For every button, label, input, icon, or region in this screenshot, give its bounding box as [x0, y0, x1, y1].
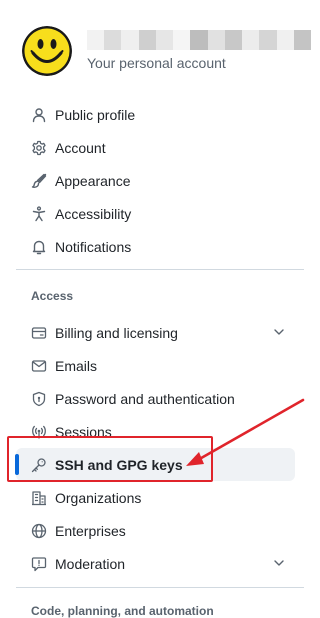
nav-item-label: Appearance: [55, 172, 131, 189]
mail-icon: [31, 358, 47, 374]
redacted-block: [155, 30, 174, 50]
nav-item-label: Enterprises: [55, 522, 126, 539]
report-icon: [31, 556, 47, 572]
nav-item-emails[interactable]: Emails: [16, 349, 304, 382]
account-subtitle: Your personal account: [87, 55, 226, 71]
nav-item-moderation[interactable]: Moderation: [16, 547, 304, 580]
gear-icon: [31, 140, 47, 156]
nav-item-label: Billing and licensing: [55, 324, 178, 341]
settings-sidebar: Your personal account Public profile Acc…: [0, 0, 319, 618]
nav-item-accessibility[interactable]: Accessibility: [16, 197, 304, 230]
nav-item-label: Notifications: [55, 238, 132, 255]
person-icon: [31, 107, 47, 123]
section-heading-code-planning-automation: Code, planning, and automation: [31, 604, 214, 618]
organization-icon: [31, 490, 47, 506]
nav-item-label: Organizations: [55, 489, 142, 506]
nav-item-billing[interactable]: Billing and licensing: [16, 316, 304, 349]
credit-card-icon: [31, 325, 47, 341]
chevron-down-icon[interactable]: [272, 556, 286, 570]
nav-item-account[interactable]: Account: [16, 131, 304, 164]
nav-item-label: Moderation: [55, 555, 126, 572]
section-heading-access: Access: [31, 289, 74, 303]
redacted-block: [121, 30, 139, 50]
nav-item-enterprises[interactable]: Enterprises: [16, 514, 304, 547]
redacted-block: [190, 30, 208, 50]
nav-item-label: Password and authentication: [55, 390, 235, 407]
avatar[interactable]: [22, 26, 72, 76]
shield-lock-icon: [31, 391, 47, 407]
settings-nav: Public profile Account Appearance Access…: [15, 98, 304, 618]
redacted-block: [224, 30, 243, 50]
username-redacted: [87, 30, 312, 50]
nav-item-password-authentication[interactable]: Password and authentication: [16, 382, 304, 415]
redacted-block: [242, 30, 260, 50]
redacted-block: [87, 30, 105, 50]
redacted-block: [138, 30, 156, 50]
globe-icon: [31, 523, 47, 539]
redacted-block: [259, 30, 277, 50]
nav-item-appearance[interactable]: Appearance: [16, 164, 304, 197]
nav-item-notifications[interactable]: Notifications: [16, 230, 304, 263]
nav-item-label: Account: [55, 139, 106, 156]
redacted-block: [207, 30, 225, 50]
redacted-block: [276, 30, 294, 50]
redacted-block: [293, 30, 312, 50]
nav-item-organizations[interactable]: Organizations: [16, 481, 304, 514]
nav-item-label: Emails: [55, 357, 98, 374]
chevron-down-icon[interactable]: [272, 325, 286, 339]
nav-item-label: Public profile: [55, 106, 136, 123]
account-header: Your personal account: [22, 24, 312, 76]
redacted-block: [104, 30, 122, 50]
bell-icon: [31, 239, 47, 255]
annotation-highlight-box: [7, 436, 213, 482]
redacted-block: [173, 30, 191, 50]
paintbrush-icon: [31, 173, 47, 189]
nav-item-label: Accessibility: [55, 205, 132, 222]
accessibility-icon: [31, 205, 47, 222]
nav-item-public-profile[interactable]: Public profile: [16, 98, 304, 131]
